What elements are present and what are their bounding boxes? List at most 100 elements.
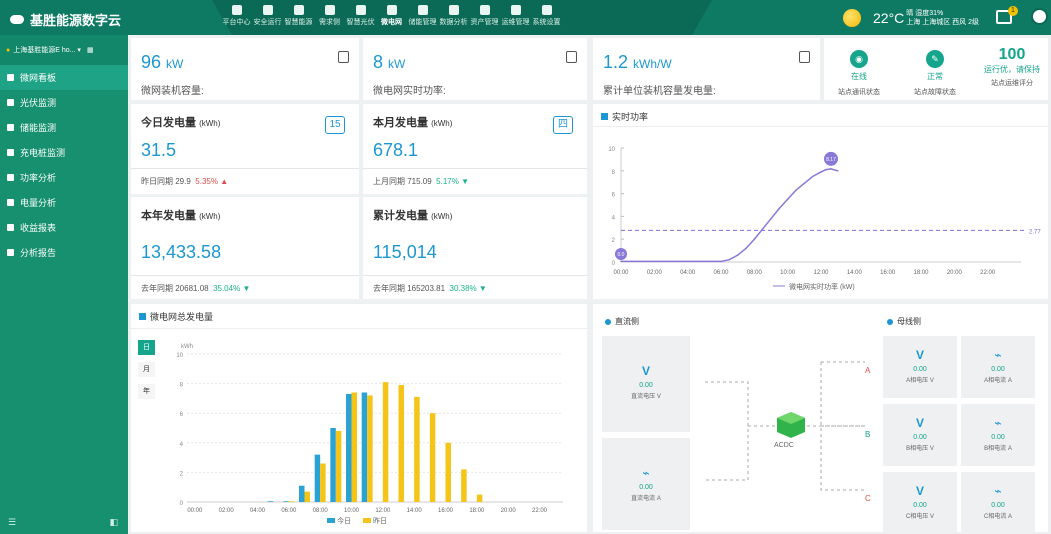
measure-value: 0.00 <box>913 366 927 373</box>
score-value: 100 <box>998 46 1026 63</box>
kpi-unit: kWh/W <box>633 57 672 71</box>
voltage-icon: V <box>915 416 924 430</box>
compare-label: 去年同期 <box>141 284 173 293</box>
nav-item-6[interactable]: 储能管理 <box>408 5 437 27</box>
x-tick-label: 08:00 <box>313 508 329 514</box>
topology-panel: 直流侧 母线侧 V 0.00 直流电压 V ⌁ 0.00 直流电流 A A B C AC… <box>593 304 1048 534</box>
sidebar-item-3[interactable]: 充电桩监测 <box>0 140 128 165</box>
comm-status-value: 在线 <box>851 72 867 81</box>
compare-row: 去年同期 20681.08 35.04% ▼ <box>141 283 250 294</box>
sun-icon <box>843 9 861 27</box>
collapse-icon[interactable]: ◧ <box>109 517 118 528</box>
power-point <box>770 217 772 220</box>
today-energy-card: 今日发电量 (kWh) 15 31.5 昨日同期 29.9 5.35% ▲ <box>131 104 359 194</box>
legend-swatch-today <box>327 518 335 523</box>
menu-toggle-icon[interactable]: ☰ <box>8 517 16 528</box>
kpi-unit: kW <box>166 57 184 71</box>
sidebar-item-0[interactable]: 微网看板 <box>0 65 128 90</box>
nav-item-4[interactable]: 智慧光伏 <box>346 5 375 27</box>
acdc-label: ACDC <box>774 442 794 449</box>
period-day-button[interactable]: 日 <box>138 340 155 355</box>
measure-label: A相电压 V <box>906 378 934 384</box>
sidebar-item-7[interactable]: 分析报告 <box>0 240 128 265</box>
nav-item-2[interactable]: 智慧能源 <box>284 5 313 27</box>
sidebar-item-6[interactable]: 收益报表 <box>0 215 128 240</box>
x-tick-label: 18:00 <box>469 508 485 514</box>
generation-panel: 微电网总发电量 日 月 年 kWh 0 2 4 6 8 10 00:00 02:00 04:00 0… <box>131 304 587 532</box>
brand-logo[interactable]: 基胜能源数字云 <box>10 10 121 29</box>
total-energy-card: 累计发电量 (kWh) 115,014 去年同期 165203.81 30.38… <box>363 197 587 299</box>
fault-status-value: 正常 <box>927 72 943 81</box>
main-nav: 平台中心 安全运行 智慧能源 需求侧 智慧光伏 微电网 储能管理 数据分析 资产管理 运维管理 系统… <box>222 5 563 27</box>
card-title: 今日发电量 (kWh) <box>141 114 220 130</box>
kpi-value: 8 <box>373 52 384 72</box>
legend-swatch-yesterday <box>363 518 371 523</box>
power-point <box>778 207 781 210</box>
sidebar-item-1[interactable]: 光伏监测 <box>0 90 128 115</box>
period-month-button[interactable]: 月 <box>138 362 155 377</box>
period-year-button[interactable]: 年 <box>138 384 155 399</box>
kpi-capacity-card: 96 kW 微网装机容量: <box>131 38 359 100</box>
app-title: 基胜能源数字云 <box>30 13 122 28</box>
arrow-up-icon: ▲ <box>220 177 229 186</box>
x-tick-label: 16:00 <box>438 508 454 514</box>
nav-item-1[interactable]: 安全运行 <box>253 5 282 27</box>
year-energy-value: 13,433.58 <box>141 242 222 262</box>
realtime-power-panel: 实时功率 0 2 4 6 8 10 00:00 02:00 04:00 06:00 08:00 10:… <box>593 104 1048 299</box>
power-point <box>620 260 622 263</box>
power-series-line <box>621 168 838 263</box>
nav-item-7[interactable]: 数据分析 <box>439 5 468 27</box>
nav-item-10[interactable]: 系统设置 <box>532 5 561 27</box>
arrow-down-icon: ▼ <box>461 177 469 186</box>
x-tick-label: 08:00 <box>747 270 763 276</box>
nav-icon <box>355 5 366 15</box>
sidebar: ● 上海基胜能源E ho... ▾ ▦ 微网看板光伏监测 储能监测 充电桩监测 功率分析电… <box>0 35 128 534</box>
measure-value: 0.00 <box>991 502 1005 509</box>
panel-title-text: 微电网总发电量 <box>150 312 214 322</box>
grid-icon[interactable]: ▦ <box>87 46 94 54</box>
nav-label: 运维管理 <box>501 19 530 26</box>
nav-item-5[interactable]: 微电网 <box>377 5 406 27</box>
nav-item-9[interactable]: 运维管理 <box>501 5 530 27</box>
arrow-down-icon: ▼ <box>478 284 487 293</box>
compare-pct: 30.38% <box>449 284 477 293</box>
y-tick-label: 4 <box>612 215 616 221</box>
title-text: 今日发电量 <box>141 117 196 129</box>
generation-bar-chart[interactable]: kWh 0 2 4 6 8 10 00:00 02:00 04:00 06:00 08:00 10:00… <box>167 332 577 532</box>
compare-row: 昨日同期 29.9 5.35% ▲ <box>141 176 228 187</box>
compare-pct: 5.35% <box>195 177 218 186</box>
measure-value: 0.00 <box>991 434 1005 441</box>
bus-measure-box: V 0.00 C相电压 V <box>883 472 957 534</box>
sidebar-item-4[interactable]: 功率分析 <box>0 165 128 190</box>
calendar-icon: 四 <box>553 116 573 134</box>
nav-icon <box>386 5 397 15</box>
sidebar-item-2[interactable]: 储能监测 <box>0 115 128 140</box>
divider <box>363 168 587 169</box>
power-point <box>803 182 806 185</box>
bus-measure-box: V 0.00 A相电压 V <box>883 336 957 398</box>
x-tick-label: 10:00 <box>780 270 796 276</box>
nav-item-8[interactable]: 资产管理 <box>470 5 499 27</box>
current-icon: ⌁ <box>994 348 1002 362</box>
sidebar-item-label: 微网看板 <box>20 73 57 83</box>
sidebar-item-5[interactable]: 电量分析 <box>0 190 128 215</box>
nav-icon <box>262 5 273 15</box>
power-point <box>753 238 756 240</box>
legend-label-yesterday: 昨日 <box>373 516 387 525</box>
x-tick-label: 04:00 <box>680 270 696 276</box>
power-point <box>795 189 797 191</box>
compare-value: 165203.81 <box>407 284 446 293</box>
avatar[interactable] <box>1031 8 1048 25</box>
bar-chart-icon <box>139 313 146 320</box>
nav-item-0[interactable]: 平台中心 <box>222 5 251 27</box>
realtime-power-chart[interactable]: 0 2 4 6 8 10 00:00 02:00 04:00 06:00 08:00 10:00 12:… <box>593 126 1048 299</box>
compare-label: 昨日同期 <box>141 177 173 186</box>
score-note: 运行优，请保持 <box>984 65 1040 74</box>
nav-item-3[interactable]: 需求侧 <box>315 5 344 27</box>
station-name: 上海基胜能源E ho... <box>13 47 76 54</box>
station-selector[interactable]: ● 上海基胜能源E ho... ▾ ▦ <box>0 35 128 65</box>
title-text: 本月发电量 <box>373 117 428 129</box>
unit-text: (kWh) <box>199 212 221 221</box>
bar-yesterday <box>320 463 326 502</box>
bar-yesterday <box>461 469 467 502</box>
